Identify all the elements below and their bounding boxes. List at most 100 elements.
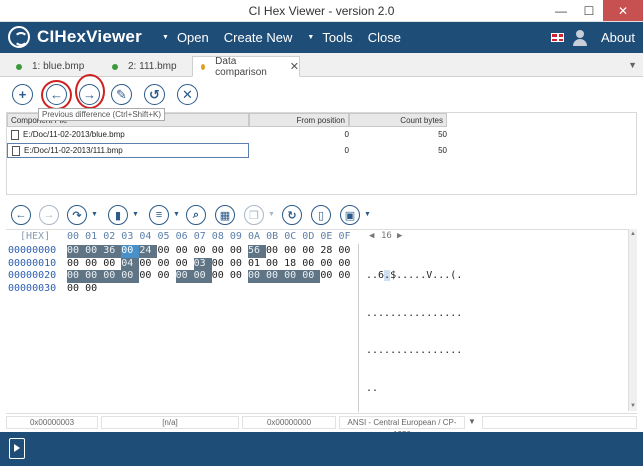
undo-button[interactable]: ↺ bbox=[144, 84, 165, 105]
byte-cell[interactable]: 00 bbox=[175, 270, 194, 283]
copy-button[interactable]: ❐ bbox=[244, 205, 264, 225]
hex-view[interactable]: [HEX] ◀ 16 ▶ 00 01 02 03 04 05 06 07 08 09 0A 0B 0C 0… bbox=[6, 229, 628, 412]
scroll-down-icon[interactable]: ▼ bbox=[630, 403, 636, 409]
edit-button[interactable]: ✎ bbox=[111, 84, 132, 105]
byte-cell[interactable]: 00 bbox=[103, 258, 121, 271]
byte-cell[interactable]: 00 bbox=[266, 245, 284, 258]
split-view-button[interactable]: ▯ bbox=[311, 205, 331, 225]
minimize-button[interactable]: — bbox=[547, 0, 575, 21]
maximize-button[interactable]: ☐ bbox=[575, 0, 603, 21]
tab-data-comparison[interactable]: Data comparison ✕ bbox=[192, 56, 300, 78]
byte-cell[interactable]: 00 bbox=[67, 283, 85, 296]
byte-cell[interactable]: 00 bbox=[85, 283, 103, 296]
byte-cell[interactable]: 24 bbox=[139, 245, 158, 258]
about-link[interactable]: About bbox=[601, 30, 635, 45]
byte-cell[interactable]: 00 bbox=[320, 258, 338, 271]
byte-cell[interactable]: 00 bbox=[338, 245, 356, 258]
byte-cell[interactable]: 00 bbox=[121, 245, 140, 258]
save-button[interactable]: ▣ bbox=[340, 205, 360, 225]
byte-cell[interactable]: 00 bbox=[67, 258, 85, 271]
menu-tools[interactable]: ▼ Tools bbox=[307, 30, 352, 45]
bytes-per-row-increase-icon[interactable]: ▶ bbox=[397, 231, 402, 241]
byte-cell[interactable]: 36 bbox=[103, 245, 122, 258]
view-mode-dropdown-icon[interactable]: ▼ bbox=[173, 211, 180, 218]
goto-dropdown-icon[interactable]: ▼ bbox=[91, 211, 98, 218]
tabs-menu-icon[interactable]: ▼ bbox=[628, 60, 637, 70]
copy-dropdown-icon[interactable]: ▼ bbox=[268, 211, 275, 218]
view-mode-button[interactable]: ≡ bbox=[149, 205, 169, 225]
byte-cell[interactable]: 00 bbox=[302, 245, 320, 258]
byte-cell[interactable]: 00 bbox=[230, 245, 248, 258]
status-encoding[interactable]: ANSI - Central European / CP-1250 bbox=[339, 416, 465, 439]
byte-cell[interactable]: 00 bbox=[157, 245, 175, 258]
column-header-from-position[interactable]: From position bbox=[249, 113, 349, 127]
calculator-button[interactable]: ▦ bbox=[215, 205, 235, 225]
byte-cell[interactable]: 00 bbox=[194, 245, 212, 258]
cancel-button[interactable]: ✕ bbox=[177, 84, 198, 105]
save-dropdown-icon[interactable]: ▼ bbox=[364, 211, 371, 218]
byte-cell[interactable]: 00 bbox=[139, 258, 157, 271]
close-window-button[interactable]: ✕ bbox=[603, 0, 643, 21]
byte-cell[interactable]: 00 bbox=[157, 270, 175, 283]
byte-cell[interactable]: 00 bbox=[266, 270, 285, 283]
table-row[interactable]: E:/Doc/11-02-2013/blue.bmp 0 50 bbox=[7, 127, 447, 142]
byte-cell[interactable]: 28 bbox=[320, 245, 338, 258]
byte-cell[interactable]: 00 bbox=[212, 270, 230, 283]
byte-cell[interactable]: 00 bbox=[284, 270, 303, 283]
byte-cell[interactable]: 00 bbox=[103, 270, 122, 283]
byte-cell[interactable]: 18 bbox=[284, 258, 302, 271]
scroll-up-icon[interactable]: ▲ bbox=[630, 231, 636, 237]
search-button[interactable]: ⌕ bbox=[186, 205, 206, 225]
bookmark-dropdown-icon[interactable]: ▼ bbox=[132, 211, 139, 218]
byte-cell[interactable]: 00 bbox=[302, 270, 321, 283]
byte-cell[interactable]: 00 bbox=[67, 245, 86, 258]
byte-cell[interactable]: 00 bbox=[338, 270, 356, 283]
bookmark-button[interactable]: ▮ bbox=[108, 205, 128, 225]
goto-button[interactable]: ↷ bbox=[67, 205, 87, 225]
byte-grid[interactable]: 00 00 36 00 24 00 00 00 00 00 56 00 00 00 28 00 00 00 00 04… bbox=[67, 245, 357, 295]
ascii-column[interactable]: ..6.$.....V...(. ................ ......… bbox=[366, 245, 462, 420]
menu-create-new[interactable]: Create New bbox=[224, 30, 293, 45]
byte-cell[interactable]: 00 bbox=[176, 245, 194, 258]
byte-cell[interactable]: 00 bbox=[230, 270, 248, 283]
byte-cell[interactable]: 00 bbox=[85, 245, 104, 258]
byte-cell[interactable]: 00 bbox=[212, 245, 230, 258]
byte-cell[interactable]: 00 bbox=[121, 270, 140, 283]
add-component-button[interactable]: + bbox=[12, 84, 33, 105]
byte-cell[interactable]: 00 bbox=[266, 258, 284, 271]
byte-cell[interactable]: 00 bbox=[212, 258, 230, 271]
byte-cell[interactable]: 00 bbox=[67, 270, 86, 283]
language-flag-icon[interactable] bbox=[551, 33, 565, 42]
byte-cell[interactable]: 00 bbox=[284, 245, 302, 258]
refresh-button[interactable]: ↻ bbox=[282, 205, 302, 225]
tab-blue-bmp[interactable]: 1: blue.bmp bbox=[16, 56, 84, 77]
forward-button[interactable]: → bbox=[39, 205, 59, 225]
menu-close[interactable]: Close bbox=[368, 30, 401, 45]
byte-cell[interactable]: 01 bbox=[248, 258, 266, 271]
byte-cell[interactable]: 00 bbox=[157, 258, 175, 271]
back-button[interactable]: ← bbox=[11, 205, 31, 225]
byte-cell[interactable]: 00 bbox=[320, 270, 338, 283]
byte-cell[interactable]: 00 bbox=[230, 258, 248, 271]
encoding-dropdown-icon[interactable]: ▼ bbox=[465, 416, 479, 429]
byte-cell[interactable]: 04 bbox=[121, 257, 140, 270]
byte-cell[interactable]: 03 bbox=[193, 257, 212, 270]
byte-cell[interactable]: 00 bbox=[176, 258, 194, 271]
byte-cell[interactable]: 00 bbox=[247, 270, 267, 283]
byte-cell[interactable]: 00 bbox=[302, 258, 320, 271]
byte-cell[interactable]: 00 bbox=[139, 270, 157, 283]
table-row[interactable]: E:/Doc/11-02-2013/111.bmp 0 50 bbox=[7, 143, 447, 158]
bytes-per-row-decrease-icon[interactable]: ◀ bbox=[369, 231, 374, 241]
tab-111-bmp[interactable]: 2: 111.bmp bbox=[112, 56, 177, 77]
byte-cell[interactable]: 00 bbox=[85, 258, 103, 271]
column-header-count-bytes[interactable]: Count bytes bbox=[349, 113, 447, 127]
menu-open[interactable]: ▼ Open bbox=[162, 30, 209, 45]
user-icon[interactable] bbox=[573, 29, 588, 46]
close-tab-icon[interactable]: ✕ bbox=[290, 60, 299, 73]
byte-cell[interactable]: 56 bbox=[247, 245, 267, 258]
byte-cell[interactable]: 00 bbox=[193, 270, 212, 283]
byte-cell[interactable]: 00 bbox=[338, 258, 356, 271]
vertical-scrollbar[interactable]: ▲ ▼ bbox=[628, 229, 637, 411]
panel-toggle-icon[interactable] bbox=[9, 438, 25, 459]
byte-cell[interactable]: 00 bbox=[85, 270, 104, 283]
